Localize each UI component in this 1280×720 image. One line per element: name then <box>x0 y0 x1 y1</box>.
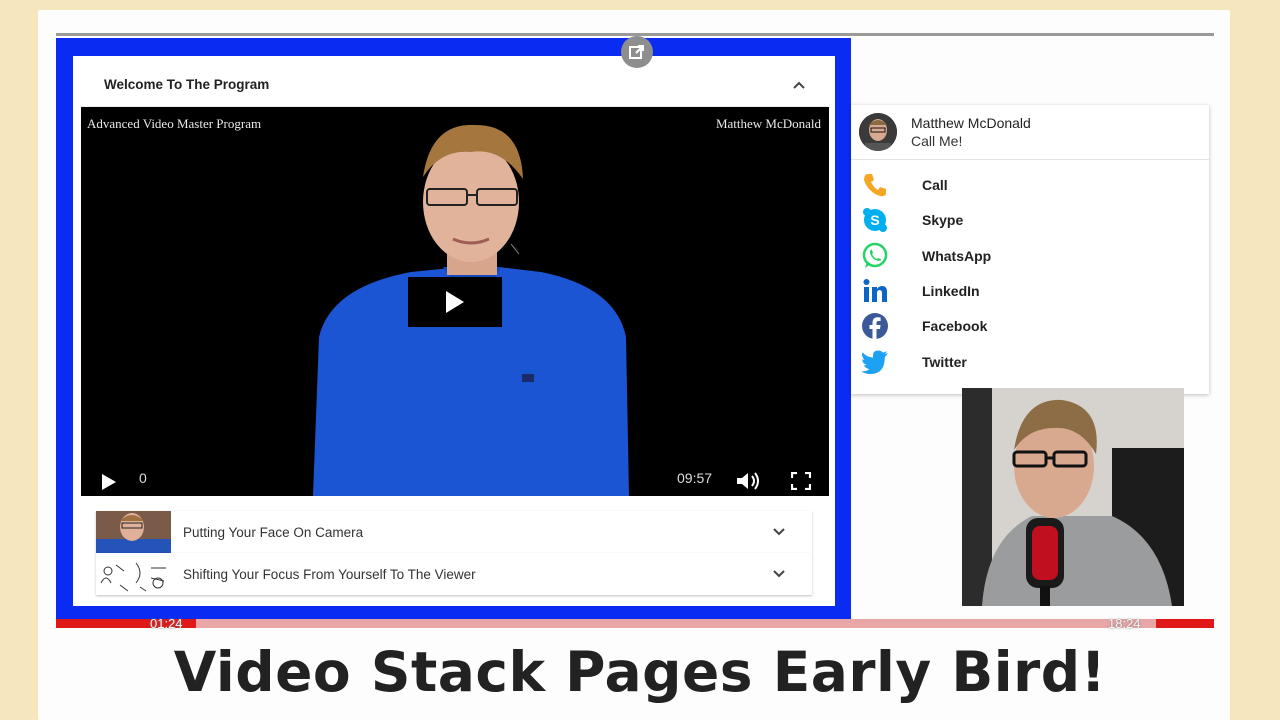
lesson-item[interactable]: Shifting Your Focus From Yourself To The… <box>96 553 812 595</box>
big-play-button[interactable] <box>408 277 502 327</box>
volume-icon[interactable] <box>735 470 763 492</box>
contact-option-label: Twitter <box>922 354 967 370</box>
lesson-thumbnail <box>96 511 171 553</box>
contact-name: Matthew McDonald <box>911 115 1031 131</box>
title-banner: Video Stack Pages Early Bird! <box>173 640 1107 704</box>
lesson-title: Putting Your Face On Camera <box>183 524 364 540</box>
linkedin-icon <box>863 279 887 302</box>
popout-button[interactable] <box>621 36 653 68</box>
contact-option-label: Facebook <box>922 318 988 334</box>
contact-widget: Matthew McDonald Call Me! Call S Skype W… <box>851 105 1209 394</box>
video-left-caption: Advanced Video Master Program <box>87 116 262 131</box>
avatar <box>859 113 897 151</box>
contact-option-twitter[interactable]: Twitter <box>859 347 967 377</box>
contact-subtitle: Call Me! <box>911 133 963 149</box>
chevron-up-icon[interactable] <box>792 80 806 90</box>
contact-option-label: Call <box>922 177 948 193</box>
contact-option-skype[interactable]: S Skype <box>859 205 963 235</box>
contact-header: Matthew McDonald Call Me! <box>851 105 1209 160</box>
outer-video-progress[interactable] <box>56 619 1214 628</box>
video-duration: 09:57 <box>677 470 713 486</box>
twitter-icon <box>861 350 888 374</box>
outer-end-time: 18:24 <box>1108 616 1141 631</box>
contact-option-whatsapp[interactable]: WhatsApp <box>859 241 991 271</box>
whatsapp-icon <box>862 242 888 268</box>
contact-option-label: LinkedIn <box>922 283 980 299</box>
course-video-player[interactable]: Advanced Video Master Program Matthew Mc… <box>81 107 829 496</box>
lesson-title: Shifting Your Focus From Yourself To The… <box>183 566 476 582</box>
webcam-overlay <box>962 388 1184 606</box>
lesson-item[interactable]: Putting Your Face On Camera <box>96 511 812 553</box>
video-controls: 0 09:57 <box>81 464 829 496</box>
skype-icon: S <box>863 208 887 232</box>
play-icon <box>446 291 464 313</box>
contact-option-label: WhatsApp <box>922 248 992 264</box>
chevron-down-icon[interactable] <box>772 527 786 537</box>
contact-option-label: Skype <box>922 212 964 228</box>
outer-current-time: 01:24 <box>150 616 183 631</box>
external-link-icon <box>629 45 644 59</box>
facebook-icon <box>862 313 888 339</box>
phone-icon <box>864 174 886 197</box>
contact-option-facebook[interactable]: Facebook <box>859 311 987 341</box>
lesson-thumbnail <box>96 553 171 595</box>
chevron-down-icon[interactable] <box>772 569 786 579</box>
svg-text:S: S <box>870 212 879 228</box>
section-accordion-header[interactable]: Welcome To The Program <box>82 63 828 107</box>
video-current-time: 0 <box>139 470 147 486</box>
play-icon[interactable] <box>101 474 117 490</box>
video-right-caption: Matthew McDonald <box>715 116 821 131</box>
contact-option-call[interactable]: Call <box>859 170 948 200</box>
progress-tail <box>1156 619 1214 628</box>
contact-option-linkedin[interactable]: LinkedIn <box>859 276 980 306</box>
section-title: Welcome To The Program <box>104 77 270 92</box>
fullscreen-icon[interactable] <box>791 472 811 490</box>
